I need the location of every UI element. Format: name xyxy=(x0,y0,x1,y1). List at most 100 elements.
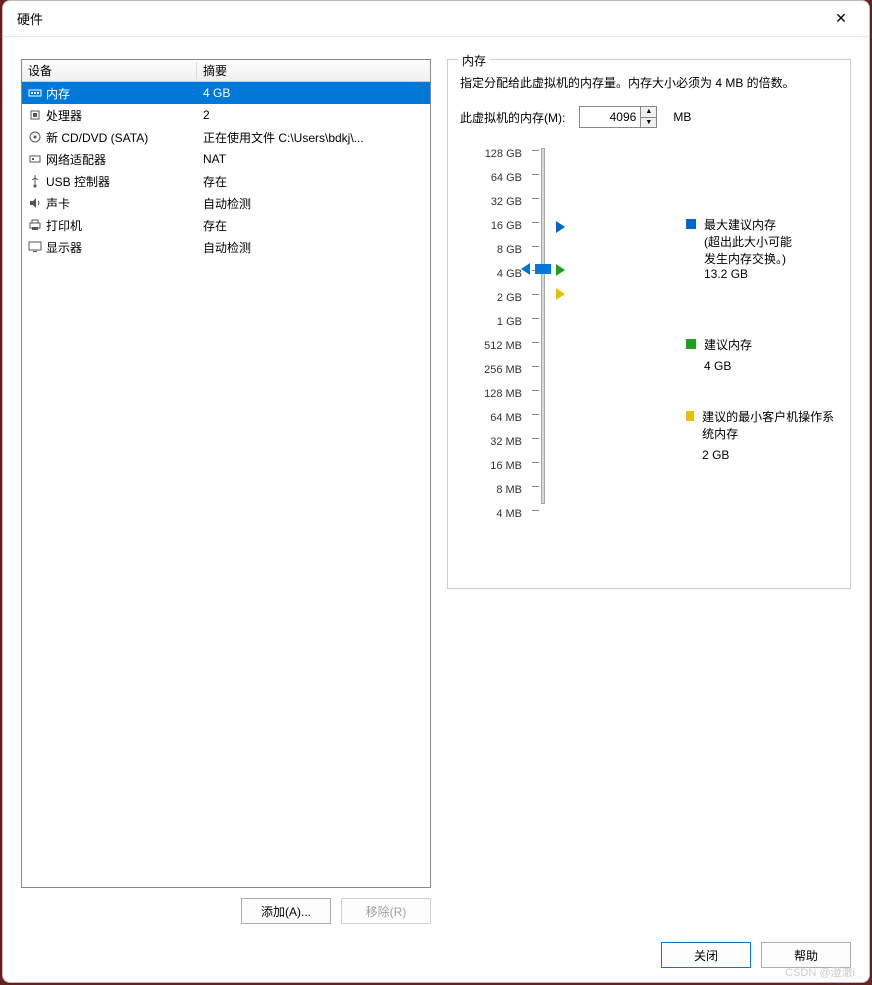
device-name: 声卡 xyxy=(44,195,199,212)
tick-mark xyxy=(532,246,539,247)
tick-mark xyxy=(532,438,539,439)
titlebar: 硬件 ✕ xyxy=(3,1,869,37)
legend-max-value: 13.2 GB xyxy=(704,267,792,281)
mem-desc: 指定分配给此虚拟机的内存量。内存大小必须为 4 MB 的倍数。 xyxy=(460,74,838,92)
legend-min-value: 2 GB xyxy=(702,448,838,462)
dialog-body: 设备 摘要 内存4 GB处理器2新 CD/DVD (SATA)正在使用文件 C:… xyxy=(3,37,869,932)
device-name: USB 控制器 xyxy=(44,173,199,190)
tick-label: 8 GB xyxy=(460,242,522,266)
tick-mark xyxy=(532,222,539,223)
disc-icon xyxy=(26,129,44,145)
table-header: 设备 摘要 xyxy=(22,60,430,82)
right-pane: 内存 指定分配给此虚拟机的内存量。内存大小必须为 4 MB 的倍数。 此虚拟机的… xyxy=(447,59,851,924)
tick-mark xyxy=(532,198,539,199)
memory-group: 内存 指定分配给此虚拟机的内存量。内存大小必须为 4 MB 的倍数。 此虚拟机的… xyxy=(447,59,851,589)
footer: 关闭 帮助 xyxy=(3,932,869,982)
add-button[interactable]: 添加(A)... xyxy=(241,898,331,924)
device-table: 设备 摘要 内存4 GB处理器2新 CD/DVD (SATA)正在使用文件 C:… xyxy=(21,59,431,888)
table-row[interactable]: 新 CD/DVD (SATA)正在使用文件 C:\Users\bdkj\... xyxy=(22,126,430,148)
device-summary: NAT xyxy=(199,152,430,166)
mem-spinner[interactable]: ▲ ▼ xyxy=(579,106,657,128)
tick-label: 8 MB xyxy=(460,482,522,506)
tick-mark xyxy=(532,294,539,295)
table-row[interactable]: USB 控制器存在 xyxy=(22,170,430,192)
device-summary: 4 GB xyxy=(199,86,430,100)
device-name: 网络适配器 xyxy=(44,151,199,168)
tick-mark xyxy=(532,174,539,175)
tick-label: 32 MB xyxy=(460,434,522,458)
cpu-icon xyxy=(26,107,44,123)
legend-rec-value: 4 GB xyxy=(704,359,752,373)
left-pane: 设备 摘要 内存4 GB处理器2新 CD/DVD (SATA)正在使用文件 C:… xyxy=(21,59,431,924)
mem-slider[interactable] xyxy=(532,146,554,506)
group-legend: 内存 xyxy=(458,52,490,69)
mem-unit: MB xyxy=(673,110,691,124)
table-row[interactable]: 打印机存在 xyxy=(22,214,430,236)
display-icon xyxy=(26,239,44,255)
square-icon xyxy=(686,219,696,229)
table-row[interactable]: 声卡自动检测 xyxy=(22,192,430,214)
device-summary: 存在 xyxy=(199,217,430,234)
current-marker-icon xyxy=(521,263,530,275)
legend-max: 最大建议内存 (超出此大小可能 发生内存交换。) 13.2 GB xyxy=(686,216,792,281)
sound-icon xyxy=(26,195,44,211)
square-icon xyxy=(686,411,694,421)
device-summary: 自动检测 xyxy=(199,195,430,212)
tick-mark xyxy=(532,342,539,343)
device-summary: 正在使用文件 C:\Users\bdkj\... xyxy=(199,129,430,146)
tick-labels: 128 GB64 GB32 GB16 GB8 GB4 GB2 GB1 GB512… xyxy=(460,146,522,530)
legend-min: 建议的最小客户机操作系统内存 2 GB xyxy=(686,408,838,462)
nic-icon xyxy=(26,151,44,167)
table-row[interactable]: 内存4 GB xyxy=(22,82,430,104)
spin-down-icon[interactable]: ▼ xyxy=(641,118,656,128)
tick-label: 64 MB xyxy=(460,410,522,434)
tick-mark xyxy=(532,390,539,391)
tick-label: 1 GB xyxy=(460,314,522,338)
col-summary[interactable]: 摘要 xyxy=(197,62,430,79)
tick-mark xyxy=(532,414,539,415)
tick-label: 64 GB xyxy=(460,170,522,194)
device-name: 打印机 xyxy=(44,217,199,234)
close-button[interactable]: 关闭 xyxy=(661,942,751,968)
mem-label: 此虚拟机的内存(M): xyxy=(460,109,565,126)
left-buttons: 添加(A)... 移除(R) xyxy=(21,888,431,924)
tick-mark xyxy=(532,462,539,463)
tick-label: 128 MB xyxy=(460,386,522,410)
dialog-title: 硬件 xyxy=(17,9,821,28)
device-name: 显示器 xyxy=(44,239,199,256)
table-row[interactable]: 网络适配器NAT xyxy=(22,148,430,170)
legend-min-title: 建议的最小客户机操作系统内存 xyxy=(702,408,838,442)
table-row[interactable]: 显示器自动检测 xyxy=(22,236,430,258)
memory-icon xyxy=(26,85,44,101)
legend-max-sub2: 发生内存交换。) xyxy=(704,250,792,267)
device-summary: 自动检测 xyxy=(199,239,430,256)
tick-label: 16 MB xyxy=(460,458,522,482)
close-icon[interactable]: ✕ xyxy=(821,5,861,33)
remove-button: 移除(R) xyxy=(341,898,431,924)
tick-label: 256 MB xyxy=(460,362,522,386)
device-name: 内存 xyxy=(44,85,199,102)
tick-label: 4 MB xyxy=(460,506,522,530)
mem-input[interactable] xyxy=(580,107,640,127)
device-summary: 存在 xyxy=(199,173,430,190)
tick-label: 2 GB xyxy=(460,290,522,314)
tick-mark xyxy=(532,366,539,367)
legend-rec: 建议内存 4 GB xyxy=(686,336,752,373)
tick-label: 4 GB xyxy=(460,266,522,290)
col-device[interactable]: 设备 xyxy=(22,62,197,79)
square-icon xyxy=(686,339,696,349)
legend-max-title: 最大建议内存 xyxy=(704,216,792,233)
slider-thumb[interactable] xyxy=(535,264,551,274)
tick-mark xyxy=(532,318,539,319)
watermark: CSDN @澄澈i xyxy=(785,964,855,980)
table-row[interactable]: 处理器2 xyxy=(22,104,430,126)
tick-label: 128 GB xyxy=(460,146,522,170)
printer-icon xyxy=(26,217,44,233)
mem-slider-area: 128 GB64 GB32 GB16 GB8 GB4 GB2 GB1 GB512… xyxy=(460,146,838,530)
legend-min-row: 建议的最小客户机操作系统内存 2 GB xyxy=(686,408,838,462)
spin-up-icon[interactable]: ▲ xyxy=(641,107,656,118)
usb-icon xyxy=(26,173,44,189)
tick-mark xyxy=(532,486,539,487)
legend-rec-title: 建议内存 xyxy=(704,336,752,353)
device-name: 新 CD/DVD (SATA) xyxy=(44,129,199,146)
